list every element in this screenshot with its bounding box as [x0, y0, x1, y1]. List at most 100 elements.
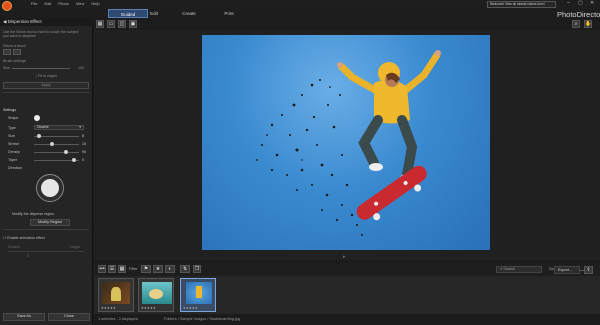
stack-icon[interactable]: ❐ — [193, 265, 201, 273]
selection-status: 1 selected - 3 displayed — [98, 317, 138, 321]
more-icon[interactable]: ••• — [98, 265, 106, 273]
enable-animation-checkbox[interactable]: ☐ Enable animation effect — [3, 236, 45, 240]
menu-edit[interactable]: Edit — [44, 1, 51, 6]
taper-slider-label: Taper — [8, 158, 17, 162]
browser-toolbar: ••• ☰ ▦ Filter ⚑ ★ ◐ ⇅ ❐ ⌕ Search Zoom — [94, 263, 600, 276]
stretch-slider[interactable] — [34, 144, 79, 145]
type-select[interactable]: Disable ▾ — [34, 125, 84, 130]
save-as-button[interactable]: Save As — [3, 313, 45, 321]
chevron-down-icon: ▾ — [79, 125, 81, 129]
settings-title: Settings — [3, 108, 16, 112]
viewer-toolbar: ▦ ▭ ◫ ▣ ⌕ ✋ — [94, 18, 600, 30]
menu-photo[interactable]: Photo — [58, 1, 68, 6]
brush-size-label: Size — [3, 66, 10, 70]
thumbnail-1[interactable]: ★★★★★ — [98, 278, 134, 312]
stretch-slider-knob[interactable] — [50, 142, 54, 146]
enable-animation-label: Enable animation effect — [7, 236, 45, 240]
grid-view-icon[interactable]: ▦ — [96, 20, 104, 28]
color-filter-icon[interactable]: ◐ — [165, 265, 175, 273]
brush-settings-label: Brush settings — [3, 59, 26, 63]
fit-edges-checkbox[interactable]: ○ Fit to edges — [35, 74, 57, 78]
shape-label: Shape — [8, 116, 19, 120]
mode-bar: Guided Edit Create Print — [0, 9, 600, 18]
menu-view[interactable]: View — [76, 1, 85, 6]
direction-label: Direction — [8, 166, 23, 170]
select-brush-label: Select a brush — [3, 44, 26, 48]
density-slider-value: 90 — [82, 150, 86, 154]
close-button[interactable]: Close — [48, 313, 90, 321]
fit-edges-label: Fit to edges — [38, 74, 57, 78]
type-label: Type — [8, 126, 16, 130]
tab-create[interactable]: Create — [182, 11, 196, 16]
search-input[interactable]: ⌕ Search — [496, 266, 542, 273]
skateboarder-image — [256, 50, 441, 236]
rating-stars[interactable]: ★★★★★ — [141, 306, 156, 310]
tab-edit[interactable]: Edit — [148, 11, 160, 16]
panel-title: Dispersion Effect — [7, 19, 42, 24]
type-value: Disable — [37, 125, 49, 129]
grid-small-icon[interactable]: ▦ — [118, 265, 126, 273]
panel-header: ◀ Dispersion Effect — [0, 18, 93, 26]
thumbnail-2[interactable]: ★★★★★ — [138, 278, 174, 312]
share-icon[interactable]: ⇪ — [584, 266, 593, 274]
search-placeholder: Search — [503, 267, 516, 271]
main-photo[interactable] — [202, 35, 490, 250]
shape-circle-icon[interactable] — [34, 115, 40, 121]
direction-dial-knob[interactable] — [41, 179, 59, 197]
density-slider-knob[interactable] — [64, 150, 68, 154]
size-slider-label: Size — [8, 134, 15, 138]
animation-range-slider[interactable] — [8, 251, 84, 252]
density-slider-label: Density — [8, 150, 20, 154]
tab-print[interactable]: Print — [222, 11, 236, 16]
flag-filter-icon[interactable]: ⚑ — [141, 265, 151, 273]
brush-size-value: 100 — [78, 66, 84, 70]
panel-intro: Use the Brush tool to mark to scope the … — [3, 30, 79, 38]
menu-bar: File Edit Photo View Help — [31, 1, 100, 6]
zoom-icon[interactable]: ⌕ — [572, 20, 580, 28]
menu-file[interactable]: File — [31, 1, 37, 6]
modify-region-button[interactable]: Modify Region — [30, 219, 70, 226]
divider — [3, 92, 89, 93]
scroll-arrow-icon[interactable]: ▸ — [343, 254, 346, 260]
taper-slider-knob[interactable] — [72, 158, 76, 162]
export-button[interactable]: Export... — [554, 266, 580, 274]
list-view-icon[interactable]: ☰ — [108, 265, 116, 273]
rating-filter-icon[interactable]: ★ — [153, 265, 163, 273]
single-view-icon[interactable]: ▭ — [107, 20, 115, 28]
density-slider[interactable] — [34, 152, 79, 153]
stretch-slider-label: Stretch — [8, 142, 20, 146]
compare-view-icon[interactable]: ◫ — [118, 20, 126, 28]
hand-icon[interactable]: ✋ — [584, 20, 592, 28]
taper-slider-value: 0 — [82, 158, 84, 162]
slideshow-icon[interactable]: ▣ — [129, 20, 137, 28]
size-slider-value: 8 — [82, 134, 84, 138]
minimize-icon[interactable]: – — [567, 0, 570, 6]
close-window-icon[interactable]: ✕ — [590, 0, 594, 6]
tutorial-notice[interactable]: Welcome! View all tutorial videos here! — [487, 1, 556, 8]
maximize-icon[interactable]: ▢ — [578, 0, 583, 6]
size-slider-knob[interactable] — [37, 134, 41, 138]
range-value: 0 — [27, 254, 29, 258]
thumbnail-subject — [149, 289, 163, 299]
app-logo-icon — [2, 1, 12, 11]
thumbnail-3[interactable]: ★★★★★ — [180, 278, 216, 312]
brush-add-icon[interactable] — [3, 49, 11, 55]
effect-panel: ◀ Dispersion Effect Use the Brush tool t… — [0, 18, 93, 325]
menu-help[interactable]: Help — [91, 1, 99, 6]
stretch-slider-value: 15 — [82, 142, 86, 146]
rating-stars[interactable]: ★★★★★ — [101, 306, 116, 310]
apply-button[interactable]: Apply — [3, 82, 89, 89]
filter-label[interactable]: Filter — [129, 267, 137, 271]
rating-stars[interactable]: ★★★★★ — [183, 306, 198, 310]
range-larger-label: Larger — [70, 245, 81, 249]
range-smaller-label: Smaller — [8, 245, 21, 249]
title-bar: File Edit Photo View Help Welcome! View … — [0, 0, 600, 11]
modify-region-text: Modify the disperse region — [12, 212, 55, 216]
brush-size-slider[interactable] — [12, 68, 70, 69]
thumbnail-subject — [111, 287, 121, 301]
brush-erase-icon[interactable] — [13, 49, 21, 55]
tab-guided[interactable]: Guided — [108, 9, 148, 18]
sort-icon[interactable]: ⇅ — [180, 265, 190, 273]
status-bar: 1 selected - 3 displayed Folders / Sampl… — [94, 314, 600, 325]
divider — [3, 229, 89, 230]
